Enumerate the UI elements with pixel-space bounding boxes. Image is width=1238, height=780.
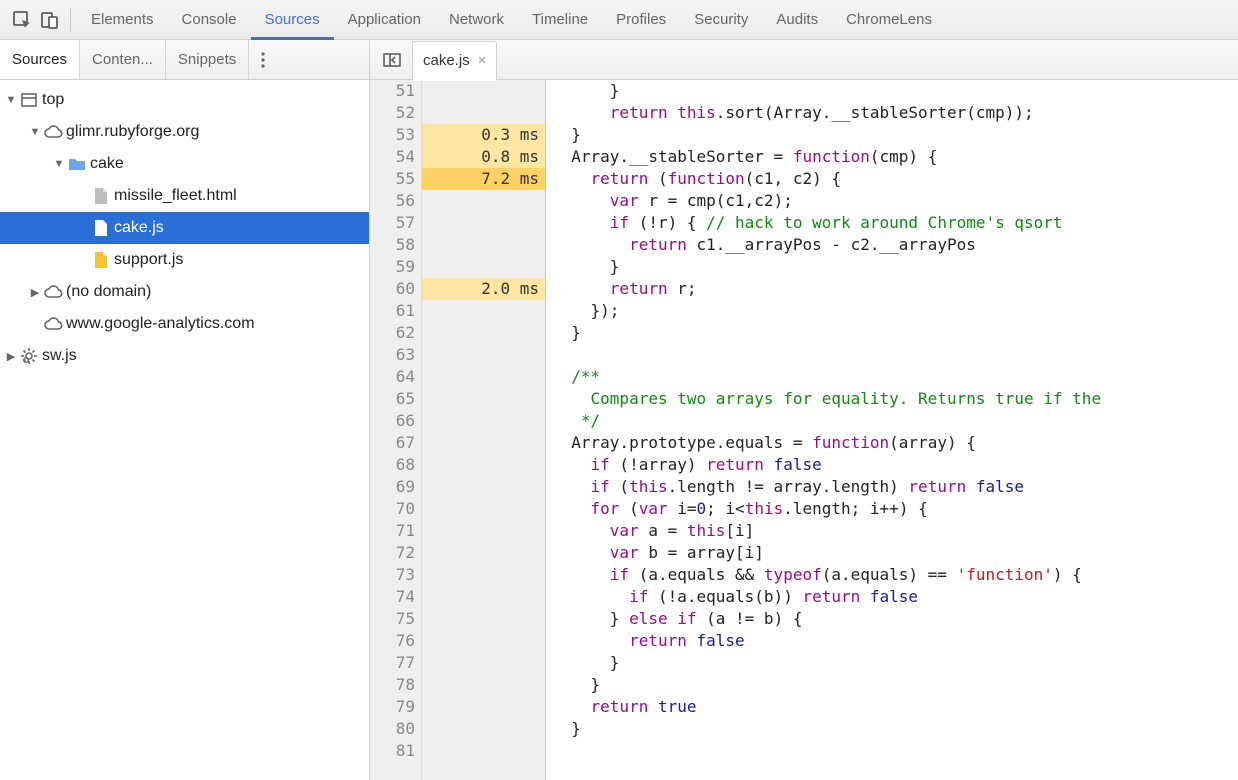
sources-tab-snippets[interactable]: Snippets: [166, 40, 249, 79]
tree-item-top[interactable]: ▼ top: [0, 84, 369, 116]
sources-tab-conten[interactable]: Conten...: [80, 40, 166, 79]
code-content[interactable]: } return this.sort(Array.__stableSorter(…: [546, 80, 1238, 780]
disclosure-arrow-icon[interactable]: ▶: [4, 350, 18, 363]
editor-tab-bar: cake.js ×: [370, 40, 1238, 79]
tab-security[interactable]: Security: [680, 0, 762, 40]
tree-item-label: cake.js: [114, 219, 164, 237]
tree-item-label: sw.js: [42, 347, 77, 365]
cloud-icon: [42, 316, 64, 332]
sources-subrow: SourcesConten...Snippets cake.js ×: [0, 40, 1238, 80]
tree-item-label: missile_fleet.html: [114, 187, 237, 205]
file-tab-label: cake.js: [423, 52, 470, 69]
tree-item-label: top: [42, 91, 64, 109]
tree-item-label: support.js: [114, 251, 183, 269]
tree-item-www-google-analytics-com[interactable]: www.google-analytics.com: [0, 308, 369, 340]
tree-item--no-domain-[interactable]: ▶ (no domain): [0, 276, 369, 308]
show-navigator-icon[interactable]: [378, 46, 406, 74]
sources-tab-sources[interactable]: Sources: [0, 40, 80, 79]
code-editor[interactable]: 5152535455565758596061626364656667686970…: [370, 80, 1238, 780]
tree-item-missile-fleet-html[interactable]: missile_fleet.html: [0, 180, 369, 212]
frame-icon: [18, 91, 40, 109]
tab-sources[interactable]: Sources: [251, 0, 334, 40]
tree-item-label: glimr.rubyforge.org: [66, 123, 199, 141]
cloud-icon: [42, 124, 64, 140]
line-number-gutter: 5152535455565758596061626364656667686970…: [370, 80, 422, 780]
disclosure-arrow-icon[interactable]: ▶: [28, 286, 42, 299]
tree-item-glimr-rubyforge-org[interactable]: ▼ glimr.rubyforge.org: [0, 116, 369, 148]
file-icon: [90, 187, 112, 205]
cpu-profile-gutter: 0.3 ms0.8 ms7.2 ms2.0 ms: [422, 80, 546, 780]
tab-chromelens[interactable]: ChromeLens: [832, 0, 946, 40]
tree-item-label: cake: [90, 155, 124, 173]
folder-icon: [66, 156, 88, 172]
cloud-icon: [42, 284, 64, 300]
tab-timeline[interactable]: Timeline: [518, 0, 602, 40]
tab-elements[interactable]: Elements: [77, 0, 168, 40]
devtools-top-tabs: ElementsConsoleSourcesApplicationNetwork…: [0, 0, 1238, 40]
close-icon[interactable]: ×: [478, 52, 487, 69]
device-toolbar-icon[interactable]: [36, 6, 64, 34]
file-tab-cake-js[interactable]: cake.js ×: [412, 41, 497, 81]
tree-item-cake-js[interactable]: cake.js: [0, 212, 369, 244]
gear-icon: [18, 347, 40, 365]
tree-item-label: www.google-analytics.com: [66, 315, 255, 333]
disclosure-arrow-icon[interactable]: ▼: [52, 158, 66, 170]
tab-console[interactable]: Console: [168, 0, 251, 40]
filejs-icon: [90, 219, 112, 237]
tree-item-sw-js[interactable]: ▶ sw.js: [0, 340, 369, 372]
disclosure-arrow-icon[interactable]: ▼: [28, 126, 42, 138]
disclosure-arrow-icon[interactable]: ▼: [4, 94, 18, 106]
tab-application[interactable]: Application: [334, 0, 435, 40]
tab-profiles[interactable]: Profiles: [602, 0, 680, 40]
sources-subtabs: SourcesConten...Snippets: [0, 40, 370, 79]
divider: [70, 8, 71, 32]
more-icon[interactable]: [249, 40, 277, 79]
inspect-element-icon[interactable]: [8, 6, 36, 34]
tree-item-label: (no domain): [66, 283, 151, 301]
tab-audits[interactable]: Audits: [762, 0, 832, 40]
file-navigator: ▼ top ▼ glimr.rubyforge.org ▼ cake missile_fle…: [0, 80, 370, 780]
tree-item-support-js[interactable]: support.js: [0, 244, 369, 276]
tab-network[interactable]: Network: [435, 0, 518, 40]
filesup-icon: [90, 251, 112, 269]
tree-item-cake[interactable]: ▼ cake: [0, 148, 369, 180]
